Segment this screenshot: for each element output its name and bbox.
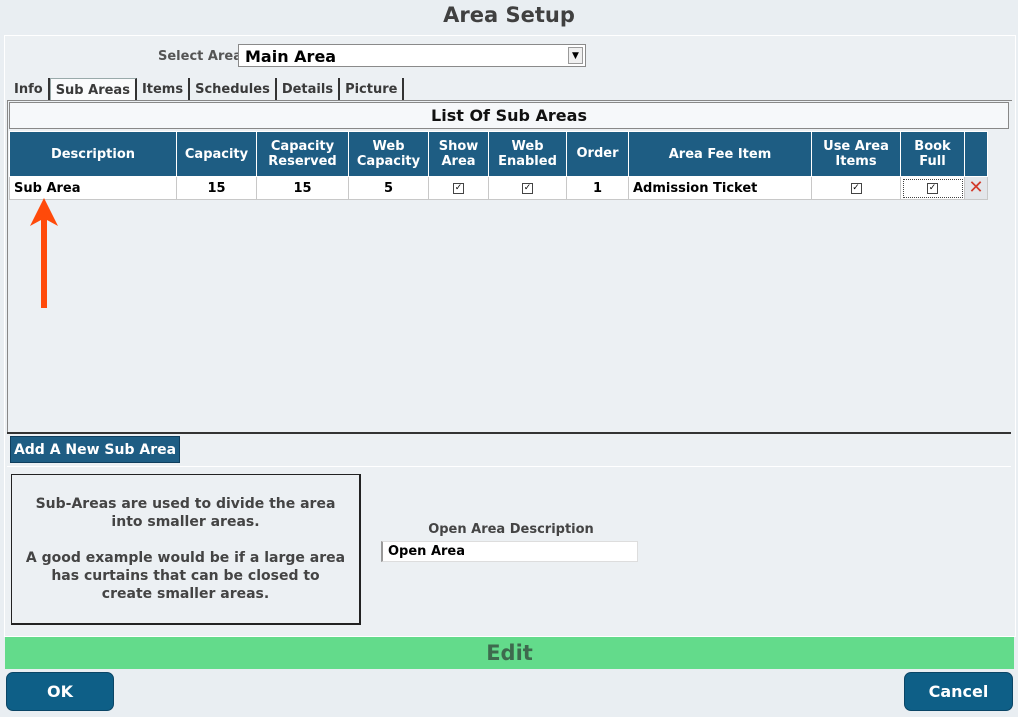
help-paragraph-2: A good example would be if a large area … (25, 550, 346, 602)
col-use-area-items[interactable]: Use Area Items (811, 131, 901, 177)
window-title: Area Setup (443, 3, 575, 27)
web-enabled-checkbox[interactable]: ✓ (522, 182, 533, 194)
help-paragraph-1: Sub-Areas are used to divide the area in… (35, 496, 336, 530)
chevron-down-icon[interactable]: ▼ (568, 47, 583, 64)
mode-bar: Edit (5, 637, 1014, 669)
cell-area-fee-item[interactable]: Admission Ticket (628, 176, 812, 200)
select-area-value: Main Area (245, 47, 337, 66)
cell-web-enabled[interactable]: ✓ (488, 176, 567, 200)
cell-description[interactable]: Sub Area (9, 176, 177, 200)
col-order[interactable]: Order (566, 131, 629, 177)
cell-delete[interactable]: ✕ (964, 176, 988, 200)
help-text-box: Sub-Areas are used to divide the area in… (11, 474, 361, 625)
use-area-items-checkbox[interactable]: ✓ (850, 182, 862, 194)
open-area-description-input[interactable]: Open Area (381, 541, 638, 562)
tab-info[interactable]: Info (9, 78, 50, 100)
cell-capacity-reserved[interactable]: 15 (256, 176, 349, 200)
tab-bar: Info Sub Areas Items Schedules Details P… (9, 78, 405, 101)
cancel-button[interactable]: Cancel (904, 672, 1013, 711)
cell-show-area[interactable]: ✓ (428, 176, 489, 200)
cell-use-area-items[interactable]: ✓ (811, 176, 901, 200)
book-full-checkbox[interactable]: ✓ (927, 182, 938, 194)
annotation-arrow-icon (30, 198, 58, 308)
delete-icon[interactable]: ✕ (968, 179, 983, 197)
col-capacity-reserved[interactable]: Capacity Reserved (256, 131, 349, 177)
sub-areas-table: Description Capacity Capacity Reserved We… (9, 131, 988, 200)
mode-label: Edit (486, 641, 533, 665)
col-web-enabled[interactable]: Web Enabled (488, 131, 567, 177)
tab-schedules[interactable]: Schedules (190, 78, 277, 100)
col-capacity[interactable]: Capacity (176, 131, 257, 177)
show-area-checkbox[interactable]: ✓ (453, 182, 464, 194)
cell-web-capacity[interactable]: 5 (348, 176, 429, 200)
list-title: List Of Sub Areas (9, 102, 1009, 129)
col-show-area[interactable]: Show Area (428, 131, 489, 177)
divider (7, 432, 1011, 434)
ok-button[interactable]: OK (6, 672, 114, 711)
tab-sub-areas[interactable]: Sub Areas (49, 78, 137, 101)
cell-capacity[interactable]: 15 (176, 176, 257, 200)
select-area-dropdown[interactable]: Main Area ▼ (238, 44, 586, 67)
tab-picture[interactable]: Picture (340, 78, 405, 100)
cell-book-full[interactable]: ✓ (900, 176, 965, 200)
col-web-capacity[interactable]: Web Capacity (348, 131, 429, 177)
select-area-label: Select Area (158, 49, 242, 64)
table-header-row: Description Capacity Capacity Reserved We… (9, 131, 988, 177)
table-row[interactable]: Sub Area 15 15 5 ✓ ✓ 1 Admission Ticket … (9, 176, 988, 200)
col-delete (964, 131, 988, 177)
cell-order[interactable]: 1 (566, 176, 629, 200)
tab-items[interactable]: Items (136, 78, 191, 100)
tab-details[interactable]: Details (276, 78, 341, 100)
col-area-fee-item[interactable]: Area Fee Item (628, 131, 812, 177)
open-area-description-label: Open Area Description (428, 522, 594, 537)
col-description[interactable]: Description (9, 131, 177, 177)
add-sub-area-button[interactable]: Add A New Sub Area (10, 436, 180, 463)
col-book-full[interactable]: Book Full (900, 131, 965, 177)
